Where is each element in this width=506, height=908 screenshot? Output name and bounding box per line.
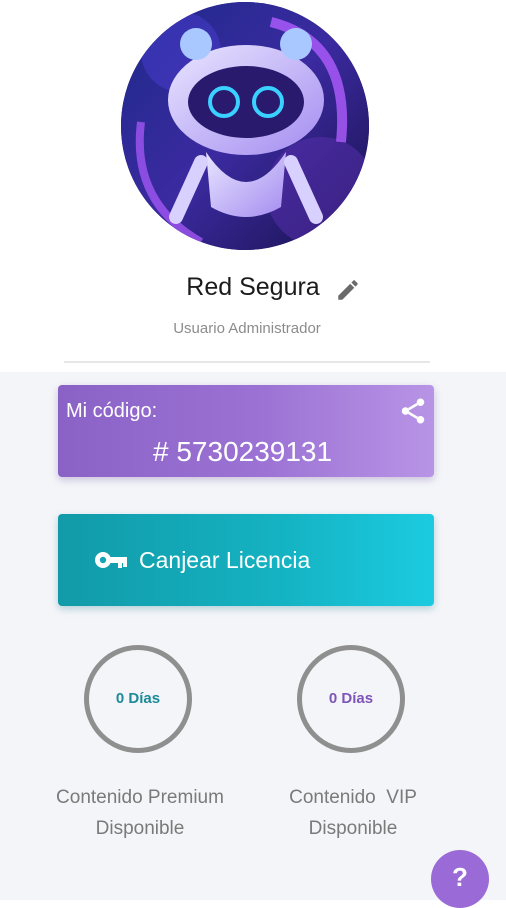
redeem-license-label: Canjear Licencia: [139, 547, 311, 573]
user-name: Red Segura: [0, 272, 506, 302]
premium-caption-line1: Contenido Premium: [56, 787, 224, 808]
redeem-license-button[interactable]: Canjear Licencia: [58, 514, 434, 606]
code-value: # 5730239131: [153, 436, 333, 467]
user-role: Usuario Administrador: [173, 320, 321, 337]
premium-caption-line2: Disponible: [95, 818, 185, 839]
vip-days-value: 0 Días: [328, 690, 374, 707]
divider: [64, 361, 430, 363]
avatar[interactable]: [121, 2, 369, 250]
premium-days-value: 0 Días: [115, 690, 161, 707]
robot-avatar-icon: [121, 2, 369, 250]
share-icon[interactable]: [398, 396, 428, 426]
vip-days-ring: 0 Días: [297, 645, 405, 753]
profile-header: Red Segura Usuario Administrador: [0, 0, 506, 372]
code-label: Mi código:: [66, 400, 158, 422]
key-icon: [95, 552, 127, 568]
help-button[interactable]: ?: [431, 850, 489, 908]
vip-caption-line1: Contenido VIP: [289, 787, 417, 808]
premium-caption: Contenido Premium Disponible: [20, 782, 260, 844]
question-mark-icon: ?: [452, 862, 468, 892]
user-name-text: Red Segura: [186, 272, 320, 301]
referral-code-card: Mi código: # 5730239131: [58, 385, 434, 477]
vip-caption: Contenido VIP Disponible: [233, 782, 473, 844]
vip-caption-line2: Disponible: [308, 818, 398, 839]
pencil-icon[interactable]: [335, 277, 361, 303]
premium-days-ring: 0 Días: [84, 645, 192, 753]
